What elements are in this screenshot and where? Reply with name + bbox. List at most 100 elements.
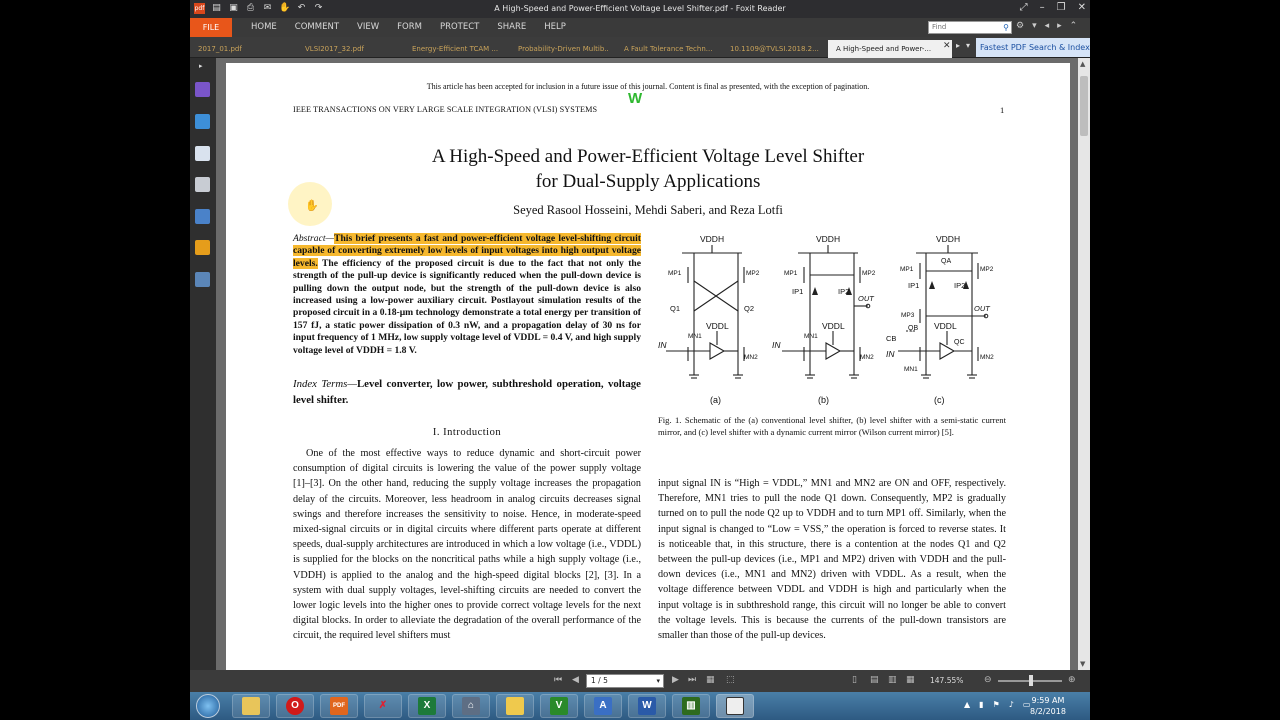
system-clock[interactable]: 9:59 AM 8/2/2018: [1030, 695, 1066, 717]
taskbar-folder[interactable]: [496, 694, 534, 718]
taskbar-window[interactable]: [716, 694, 754, 718]
menu-help[interactable]: HELP: [535, 18, 575, 37]
tab-document-6[interactable]: 10.1109@TVLSI.2018.2...: [722, 40, 820, 58]
taskbar-excel[interactable]: X: [408, 694, 446, 718]
close-button[interactable]: ✕: [1078, 2, 1086, 13]
promo-link[interactable]: Fastest PDF Search & Index: [976, 38, 1090, 57]
scroll-up-icon[interactable]: ▲: [1080, 60, 1085, 68]
index-terms-label: Index Terms—: [293, 378, 357, 390]
title-bar: pdf ▤ ▣ ⎙ ✉ ✋ ↶ ↷ A High-Speed and Power…: [190, 0, 1090, 18]
menu-protect[interactable]: PROTECT: [431, 18, 488, 37]
volume-icon[interactable]: ♪: [1009, 700, 1014, 709]
tab-document-1[interactable]: 2017_01.pdf: [190, 40, 260, 58]
bookmark-icon[interactable]: [195, 82, 210, 97]
page-dropdown-icon[interactable]: ▾: [656, 675, 660, 687]
window-icon: [726, 697, 744, 715]
menu-comment[interactable]: COMMENT: [286, 18, 348, 37]
fig-c-mn2: MN2: [980, 354, 994, 361]
fig-b-mp2: MP2: [862, 270, 876, 277]
network-icon: ⌂: [462, 697, 480, 715]
fig-label-c: (c): [934, 395, 945, 405]
page-number-field[interactable]: 1 / 5 ▾: [586, 674, 664, 688]
taskbar-pdf-reader[interactable]: PDF: [320, 694, 358, 718]
tab-list-icon[interactable]: ▾: [966, 41, 970, 50]
fig-label-a: (a): [710, 395, 721, 405]
fig-c-vddl: VDDL: [934, 321, 957, 331]
taskbar-network[interactable]: ⌂: [452, 694, 490, 718]
last-page-icon[interactable]: ⏭: [688, 675, 696, 685]
taskbar-word[interactable]: W: [628, 694, 666, 718]
collapse-ribbon-icon[interactable]: ⌃: [1070, 21, 1078, 31]
paper-title-line-2: for Dual-Supply Applications: [535, 171, 761, 192]
layers-icon[interactable]: [195, 146, 210, 161]
comments-icon[interactable]: [195, 177, 210, 192]
first-page-icon[interactable]: ⏮: [554, 675, 562, 685]
continuous-facing-icon[interactable]: ▦: [906, 675, 915, 685]
zoom-in-icon[interactable]: ⊕: [1068, 675, 1076, 685]
file-menu-button[interactable]: FILE: [190, 18, 232, 37]
security-lock-icon[interactable]: [195, 240, 210, 255]
scroll-down-icon[interactable]: ▼: [1080, 660, 1085, 668]
taskbar-opera[interactable]: O: [276, 694, 314, 718]
menu-home[interactable]: HOME: [242, 18, 286, 37]
fig-c-ip1: IP1: [908, 281, 919, 290]
excel-icon: X: [418, 697, 436, 715]
zoom-slider-knob[interactable]: [1029, 675, 1033, 686]
tab-document-5[interactable]: A Fault Tolerance Techn...: [616, 40, 714, 58]
hand-cursor-icon: ✋: [305, 200, 319, 212]
facing-icon[interactable]: ▥: [888, 675, 897, 685]
next-page-icon[interactable]: ▶: [672, 675, 679, 685]
single-page-icon[interactable]: ▯: [852, 675, 857, 685]
fig-label-b: (b): [818, 395, 829, 405]
pages-icon[interactable]: [195, 114, 210, 129]
attachments-icon[interactable]: [195, 209, 210, 224]
vim-icon: V: [550, 697, 568, 715]
window-title: A High-Speed and Power-Efficient Voltage…: [494, 4, 786, 13]
network-status-icon[interactable]: ▮: [979, 700, 983, 709]
gear-icon[interactable]: ⚙: [1016, 21, 1024, 31]
zoom-level[interactable]: 147.55%: [930, 676, 963, 685]
menu-share[interactable]: SHARE: [488, 18, 535, 37]
fig-c-mp1: MP1: [900, 266, 914, 273]
find-input[interactable]: Find ⚲: [928, 21, 1012, 34]
tab-active-document[interactable]: A High-Speed and Power-...: [828, 40, 952, 58]
minimize-button[interactable]: –: [1040, 2, 1045, 13]
document-view[interactable]: This article has been accepted for inclu…: [216, 58, 1078, 670]
fig-a-vddh: VDDH: [700, 234, 724, 244]
search-icon[interactable]: ⚲: [1003, 22, 1009, 33]
restore-ribbon-icon[interactable]: ⤢: [1020, 2, 1028, 13]
forward-icon[interactable]: ▸: [1057, 21, 1062, 31]
maximize-button[interactable]: ❐: [1057, 2, 1066, 13]
flag-icon[interactable]: ⚑: [993, 700, 1000, 709]
abstract-body: The efficiency of the proposed circuit i…: [293, 257, 641, 356]
tab-scroll-right-icon[interactable]: ▸: [956, 41, 960, 50]
vertical-scrollbar[interactable]: ▲ ▼: [1078, 58, 1090, 670]
taskbar-explorer[interactable]: [232, 694, 270, 718]
menu-form[interactable]: FORM: [388, 18, 431, 37]
fig-c-qb: QB: [908, 325, 918, 332]
previous-page-icon[interactable]: ◀: [572, 675, 579, 685]
expand-panel-icon[interactable]: ▸: [199, 62, 203, 70]
fig-a-q1: Q1: [670, 304, 680, 313]
close-tab-icon[interactable]: ✕: [943, 41, 951, 51]
taskbar-app-x[interactable]: ✗: [364, 694, 402, 718]
tab-document-2[interactable]: VLSI2017_32.pdf: [297, 40, 377, 58]
signature-icon[interactable]: [195, 272, 210, 287]
zoom-out-icon[interactable]: ⊖: [984, 675, 992, 685]
tab-document-4[interactable]: Probability-Driven Multib...: [510, 40, 608, 58]
page-number-value: 1 / 5: [591, 676, 608, 685]
page-view-icon[interactable]: ▦: [706, 675, 715, 685]
taskbar-app-green[interactable]: ▥: [672, 694, 710, 718]
taskbar-app-a[interactable]: A: [584, 694, 622, 718]
tab-document-3[interactable]: Energy-Efficient TCAM ...: [404, 40, 502, 58]
tray-expand-icon[interactable]: ▲: [964, 700, 970, 709]
chevron-down-icon[interactable]: ▾: [1032, 21, 1037, 31]
scroll-thumb[interactable]: [1080, 76, 1088, 136]
start-button[interactable]: [196, 694, 220, 718]
fit-page-icon[interactable]: ⬚: [726, 675, 735, 685]
menu-view[interactable]: VIEW: [348, 18, 388, 37]
back-icon[interactable]: ◂: [1045, 21, 1050, 31]
clock-time: 9:59 AM: [1031, 696, 1065, 705]
continuous-icon[interactable]: ▤: [870, 675, 879, 685]
taskbar-vim[interactable]: V: [540, 694, 578, 718]
